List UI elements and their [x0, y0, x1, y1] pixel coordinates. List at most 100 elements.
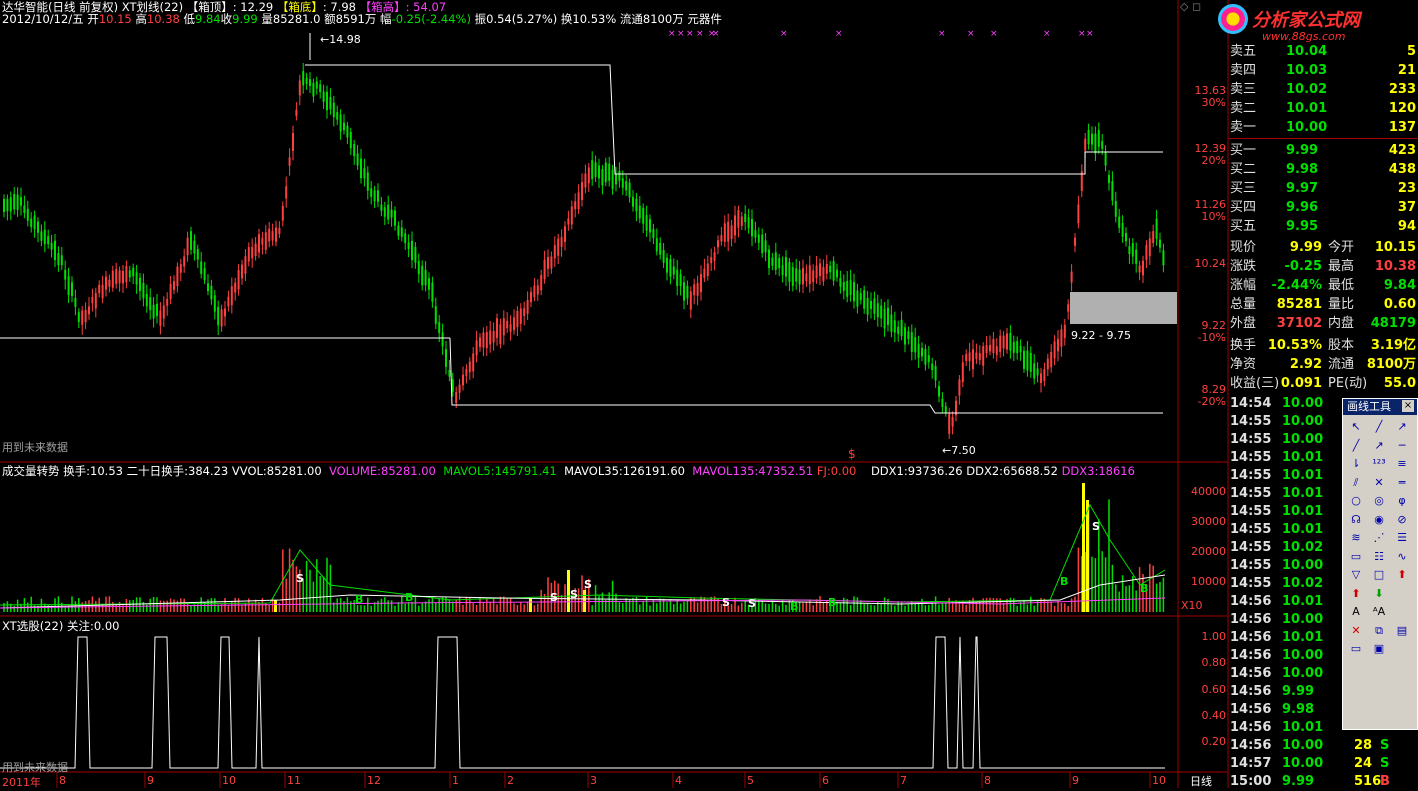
parallel-tool-icon[interactable]: ⫽	[1346, 475, 1366, 491]
blank2-tool-icon[interactable]	[1392, 604, 1412, 620]
triangle-tool-icon[interactable]: ▽	[1346, 567, 1366, 583]
hline-tool-icon[interactable]: ─	[1392, 438, 1412, 454]
cycle-tool-icon[interactable]: ◉	[1369, 512, 1389, 528]
order-level-label: 买一	[1230, 143, 1257, 158]
candle-body	[604, 162, 607, 183]
close-value: 9.99	[232, 12, 258, 26]
line-tool-icon[interactable]: ╱	[1369, 419, 1389, 435]
candle-body	[203, 268, 206, 280]
up-arrow-tool-icon[interactable]: ⬆	[1346, 586, 1366, 602]
tick-price: 10.01	[1282, 504, 1324, 519]
delete-tool-icon[interactable]: ✕	[1346, 623, 1366, 639]
order-volume: 233	[1388, 82, 1416, 97]
candle-body	[57, 253, 60, 266]
candle-body	[1094, 133, 1097, 154]
candle-body	[261, 237, 264, 245]
period-label[interactable]: 日线	[1190, 773, 1212, 789]
rect-tool-icon[interactable]: □	[1369, 567, 1389, 583]
period-tool-icon[interactable]: ☷	[1369, 549, 1389, 565]
list-tool-icon[interactable]: ▤	[1392, 623, 1412, 639]
ext-line-tool-icon[interactable]: ↗	[1369, 438, 1389, 454]
ruler-tool-icon[interactable]: ▭	[1346, 641, 1366, 657]
candle-body	[771, 257, 774, 266]
candle-body	[785, 257, 787, 277]
vline-tool-icon[interactable]: ⇂	[1346, 456, 1366, 472]
ellipse-tool-icon[interactable]: ◎	[1369, 493, 1389, 509]
candle-body	[815, 265, 818, 279]
candle-body	[768, 249, 770, 269]
candle-body	[74, 297, 77, 307]
segment-tool-icon[interactable]: ╱	[1346, 438, 1366, 454]
copy-tool-icon[interactable]: ⧉	[1369, 623, 1389, 639]
candle-body	[33, 215, 36, 230]
tick-price: 9.98	[1282, 702, 1315, 717]
wave-tool-icon[interactable]: ∿	[1392, 549, 1412, 565]
regression-tool-icon[interactable]: ≋	[1346, 530, 1366, 546]
double-line-tool-icon[interactable]: ═	[1392, 475, 1412, 491]
candle-body	[404, 233, 407, 243]
speed-tool-icon[interactable]: ⊘	[1392, 512, 1412, 528]
candle-body	[584, 173, 587, 188]
candle-body	[519, 308, 522, 324]
mavol35-value: 126191.60	[622, 464, 685, 478]
gann-tool-icon[interactable]: ☊	[1346, 512, 1366, 528]
fan-tool-icon[interactable]: ⋰	[1369, 530, 1389, 546]
candle-body	[914, 337, 917, 353]
down-arrow-tool-icon[interactable]: ⬇	[1369, 586, 1389, 602]
toolbox-close-icon[interactable]: ×	[1402, 400, 1414, 412]
candle-body	[819, 263, 821, 277]
tick-row[interactable]: 15:00 9.99 516 B	[1228, 773, 1418, 791]
candle-body	[1026, 350, 1029, 371]
candle-body	[781, 265, 784, 276]
arrow-tool-icon[interactable]: ↖	[1346, 419, 1366, 435]
price-mark-tool-icon[interactable]: ¹²³	[1369, 456, 1389, 472]
golden-tool-icon[interactable]: ☰	[1392, 530, 1412, 546]
quote-date: 2012/10/12/五	[2, 12, 84, 26]
text2-tool-icon[interactable]: ᴬA	[1369, 604, 1389, 620]
ray-tool-icon[interactable]: ↗	[1392, 419, 1412, 435]
candle-body	[1121, 223, 1124, 237]
ddx1-label: DDX1:	[870, 464, 908, 478]
channel-tool-icon[interactable]: ≡	[1392, 456, 1412, 472]
tick-row[interactable]: 14:57 10.00 24 S	[1228, 755, 1418, 773]
drawing-toolbox[interactable]: 画线工具 × ↖ ╱ ↗ ╱ ↗ ─ ⇂ ¹²³ ≡ ⫽ ✕ ═ ○ ◎ φ ☊ ◉ ⊘ ≋ ⋰ ☰ ▭ ☷ ∿ ▽ □ ⬆ ⬆ ⬇ AᴬA…	[1342, 398, 1418, 730]
candle-body	[788, 262, 791, 282]
candle-body	[50, 243, 53, 250]
candle-body	[149, 297, 152, 311]
ddx3-value: 18616	[1098, 464, 1135, 478]
cross-tool-icon[interactable]: ✕	[1369, 475, 1389, 491]
candle-body	[13, 194, 16, 210]
candle-body	[451, 379, 454, 392]
candle-body	[938, 386, 940, 397]
candle-body	[142, 283, 145, 299]
candle-body	[1097, 130, 1100, 147]
order-price: 9.98	[1286, 162, 1319, 177]
blank-tool-icon[interactable]	[1392, 586, 1412, 602]
ddx1-value: 93736.26	[907, 464, 963, 478]
box-tool-icon[interactable]: ▭	[1346, 549, 1366, 565]
stat-label: 涨跌	[1230, 259, 1257, 274]
candle-body	[224, 308, 226, 317]
stat-label: 换手	[1230, 338, 1257, 353]
text-tool-icon[interactable]: A	[1346, 604, 1366, 620]
candle-body	[1145, 244, 1148, 260]
candle-body	[1101, 141, 1104, 149]
candle-body	[288, 157, 291, 166]
price-tick-pct: 30%	[1201, 96, 1226, 109]
tick-row[interactable]: 14:56 10.00 28 S	[1228, 737, 1418, 755]
toolbox-title-bar[interactable]: 画线工具 ×	[1343, 399, 1417, 415]
circle-tool-icon[interactable]: ○	[1346, 493, 1366, 509]
candle-body	[550, 256, 553, 269]
sell-mark-tool-icon[interactable]: ⬆	[1392, 567, 1412, 583]
ddx3-label: DDX3:	[1061, 464, 1099, 478]
xt-tick: 0.40	[1201, 709, 1227, 722]
order-price: 9.95	[1286, 219, 1319, 234]
save-tool-icon[interactable]: ▣	[1369, 641, 1389, 657]
tick-price: 10.00	[1282, 756, 1324, 771]
fib-tool-icon[interactable]: φ	[1392, 493, 1412, 509]
stat-label: 股本	[1328, 338, 1355, 353]
window-restore-icon[interactable]: ◇ ◻	[1180, 0, 1201, 13]
candle-body	[1118, 216, 1121, 228]
candle-body	[625, 181, 628, 191]
candle-body	[101, 284, 104, 299]
